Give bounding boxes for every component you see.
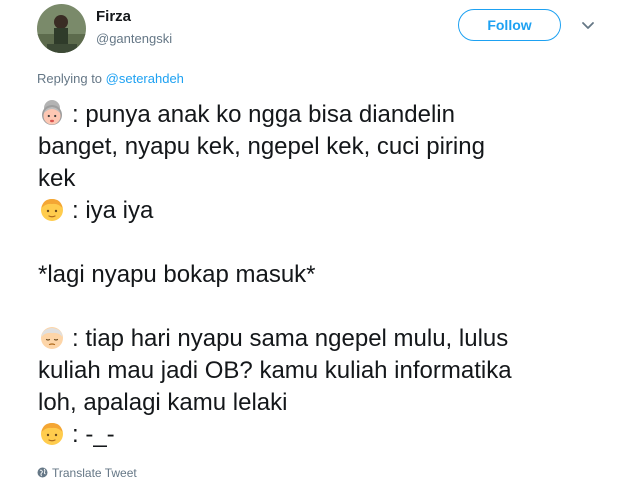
replying-to: Replying to @seterahdeh — [37, 71, 184, 86]
tweet-line: : -_- — [38, 419, 618, 451]
tweet-line-text: kuliah mau jadi OB? kamu kuliah informat… — [38, 357, 512, 384]
tweet-line-text: : -_- — [72, 421, 115, 448]
tweet-line-text: *lagi nyapu bokap masuk* — [38, 261, 316, 288]
tweet-line: kuliah mau jadi OB? kamu kuliah informat… — [38, 355, 618, 387]
grandmother-emoji — [38, 99, 66, 127]
translate-tweet-link[interactable]: Translate Tweet — [37, 466, 137, 480]
tweet-line: : tiap hari nyapu sama ngepel mulu, lulu… — [38, 323, 618, 355]
tweet-line — [38, 291, 618, 323]
tweet-line: loh, apalagi kamu lelaki — [38, 387, 618, 419]
boy-emoji — [38, 419, 66, 447]
boy-emoji — [38, 195, 66, 223]
tweet-line: : iya iya — [38, 195, 618, 227]
old-man-emoji — [38, 323, 66, 351]
tweet-line: *lagi nyapu bokap masuk* — [38, 259, 618, 291]
chevron-down-icon[interactable] — [580, 18, 596, 32]
tweet-line-text: : punya anak ko ngga bisa diandelin — [72, 101, 455, 128]
tweet-line-text: banget, nyapu kek, ngepel kek, cuci piri… — [38, 133, 485, 160]
follow-button[interactable]: Follow — [458, 9, 561, 41]
tweet-line-text: kek — [38, 165, 76, 192]
globe-icon — [37, 467, 48, 478]
user-handle[interactable]: @gantengski — [96, 31, 172, 46]
reply-mention-link[interactable]: @seterahdeh — [106, 71, 184, 86]
tweet-line: kek — [38, 163, 618, 195]
replying-to-label: Replying to — [37, 71, 106, 86]
tweet-text: : punya anak ko ngga bisa diandelin bange… — [38, 99, 618, 451]
translate-tweet-label: Translate Tweet — [52, 466, 137, 480]
tweet-line-text: loh, apalagi kamu lelaki — [38, 389, 288, 416]
tweet-line: banget, nyapu kek, ngepel kek, cuci piri… — [38, 131, 618, 163]
tweet-line-text: : iya iya — [72, 197, 154, 224]
display-name[interactable]: Firza — [96, 8, 131, 25]
tweet-line-text: : tiap hari nyapu sama ngepel mulu, lulu… — [72, 325, 509, 352]
tweet-line: : punya anak ko ngga bisa diandelin — [38, 99, 618, 131]
avatar[interactable] — [37, 4, 86, 53]
tweet-line — [38, 227, 618, 259]
